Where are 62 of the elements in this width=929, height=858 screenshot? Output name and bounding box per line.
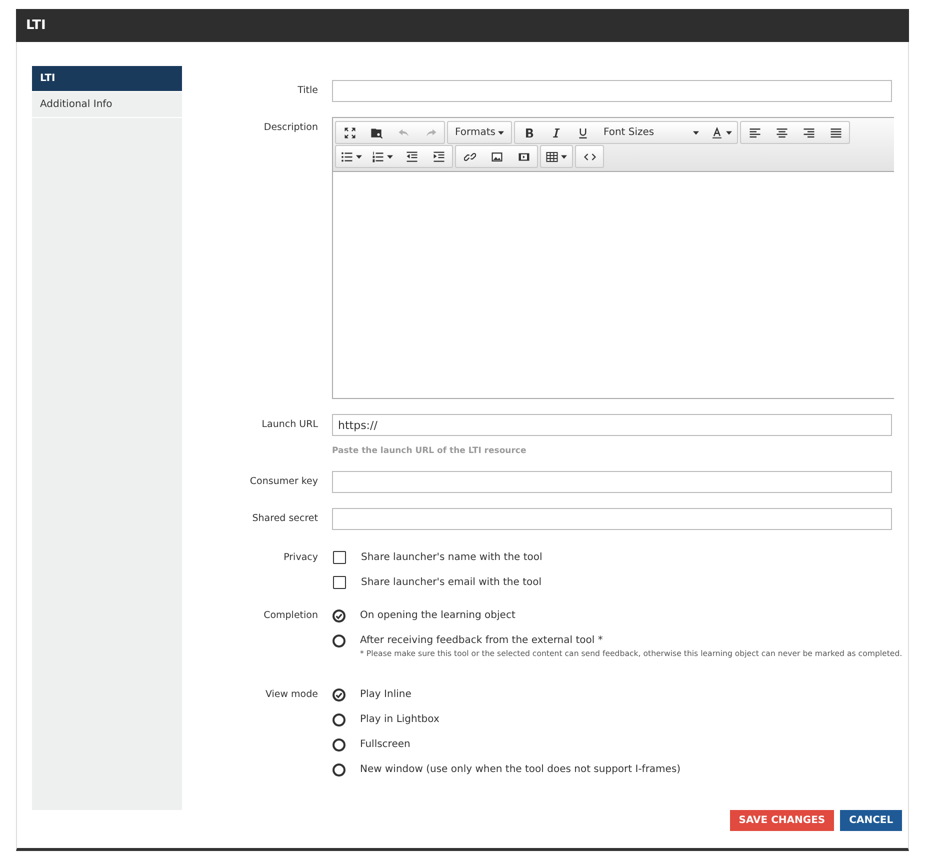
field-label: Launch URL — [260, 418, 319, 432]
indent-icon — [432, 150, 444, 162]
caret-icon — [561, 154, 567, 158]
consumer-key-field[interactable] — [332, 471, 892, 493]
radio-button[interactable] — [332, 738, 346, 752]
radio-button[interactable] — [332, 608, 346, 622]
field-label: View mode — [264, 688, 319, 702]
radio-button[interactable] — [332, 712, 346, 726]
caret-icon — [387, 154, 393, 158]
field-label: Title — [296, 84, 319, 98]
radio-label: After receiving feedback from the external tool * — [360, 635, 603, 646]
table-icon — [546, 150, 558, 162]
toolbar-dropdown[interactable]: Font Sizes — [596, 122, 706, 143]
radio-label: On opening the learning object — [360, 610, 516, 621]
align-center-icon — [776, 126, 788, 138]
radio-button[interactable] — [332, 688, 346, 702]
radio-button[interactable] — [332, 634, 346, 648]
radio-label: Play in Lightbox — [360, 714, 440, 725]
radio-label: New window (use only when the tool does not support I-frames) — [360, 764, 681, 775]
checkbox[interactable] — [333, 576, 346, 589]
textcolor-icon — [711, 126, 724, 138]
redo-icon — [424, 126, 436, 138]
image-icon — [490, 150, 502, 162]
field-label: Completion — [262, 609, 319, 623]
caret-icon — [356, 154, 362, 158]
justify-icon — [830, 126, 842, 138]
field-label: Privacy — [282, 551, 319, 565]
launch-url-field[interactable]: https:// — [332, 414, 892, 436]
media-icon — [518, 150, 530, 162]
caret-icon — [693, 130, 700, 134]
align-left-icon — [748, 126, 761, 138]
toolbar-dropdown[interactable]: Formats — [448, 122, 512, 143]
underline-icon — [576, 126, 589, 138]
code-icon — [584, 150, 596, 162]
cancel-button[interactable]: CANCEL — [840, 810, 902, 831]
text-editor[interactable]: Formats Font Sizes — [332, 117, 894, 399]
link-icon — [464, 150, 476, 162]
fullscreen-icon — [344, 126, 356, 138]
checkbox-label: Share launcher's email with the tool — [361, 577, 542, 588]
numbers-icon — [372, 150, 384, 162]
outdent-icon — [406, 150, 418, 162]
align-right-icon — [802, 126, 815, 138]
caret-icon — [498, 130, 504, 134]
field-label: Consumer key — [248, 475, 319, 489]
caret-icon — [726, 130, 732, 134]
checkbox[interactable] — [333, 551, 346, 564]
sidebar-item[interactable]: LTI — [32, 66, 182, 92]
title-field[interactable] — [332, 80, 892, 102]
radio-label: Fullscreen — [360, 739, 410, 750]
save-button[interactable]: SAVE CHANGES — [730, 810, 834, 831]
undo-icon — [398, 126, 410, 138]
shared-secret-field[interactable] — [332, 508, 892, 530]
checkbox-label: Share launcher's name with the tool — [361, 552, 542, 563]
field-label: Shared secret — [251, 512, 319, 526]
field-label: Description — [262, 121, 319, 135]
bullets-icon — [341, 150, 353, 162]
preview-icon — [370, 126, 382, 138]
window-title: LTI — [26, 18, 46, 33]
help-text: Paste the launch URL of the LTI resource — [332, 445, 526, 457]
radio-button[interactable] — [332, 762, 346, 776]
radio-label: Play Inline — [360, 689, 412, 700]
sidebar-item[interactable]: Additional Info — [32, 92, 182, 118]
